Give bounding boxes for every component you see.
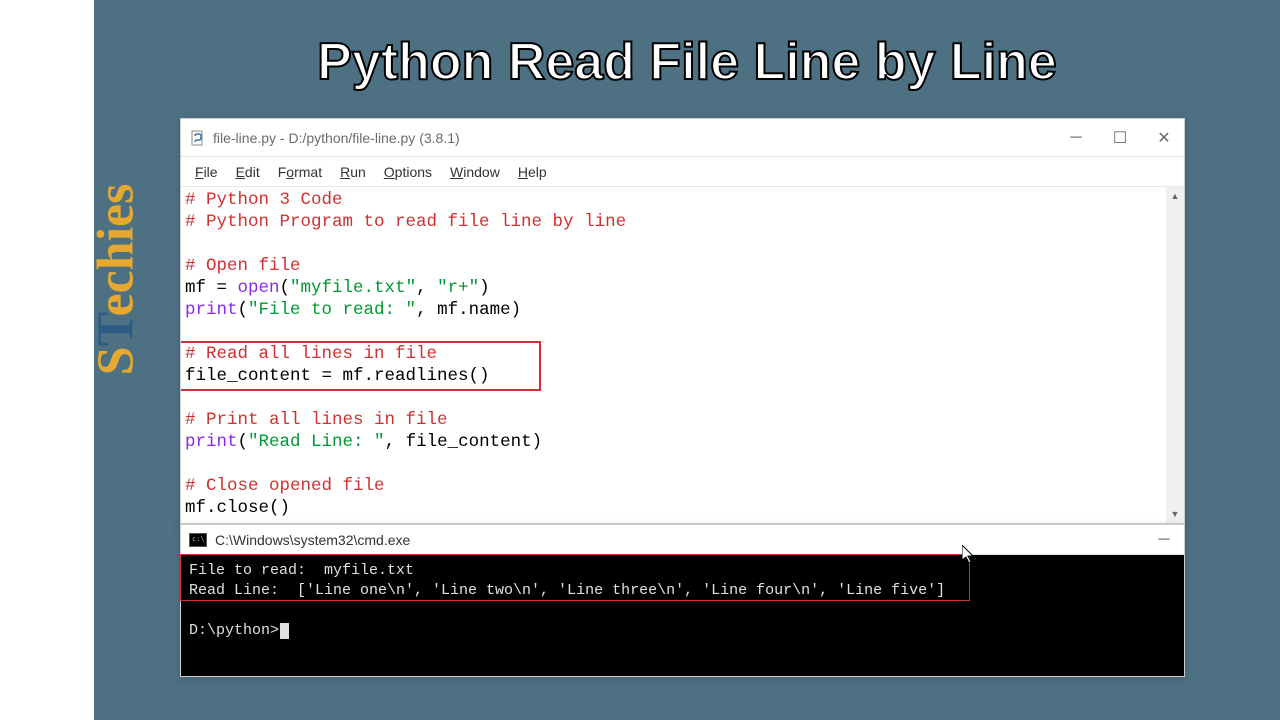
code-builtin: open xyxy=(238,278,280,298)
cmd-body[interactable]: File to read: myfile.txt Read Line: ['Li… xyxy=(181,555,1184,676)
scroll-down-icon[interactable]: ▼ xyxy=(1166,505,1184,523)
code-text: ( xyxy=(238,300,249,320)
cmd-titlebar[interactable]: C:\Windows\system32\cmd.exe ─ xyxy=(181,525,1184,555)
code-string: "File to read: " xyxy=(248,300,416,320)
minimize-button[interactable]: ─ xyxy=(1064,126,1088,150)
logo-t: T xyxy=(87,317,144,347)
code-comment: # Print all lines in file xyxy=(185,410,448,430)
code-string: "r+" xyxy=(437,278,479,298)
close-button[interactable]: ✕ xyxy=(1152,126,1176,150)
code-text: , xyxy=(416,278,437,298)
cmd-minimize-button[interactable]: ─ xyxy=(1152,528,1176,552)
cmd-window-title: C:\Windows\system32\cmd.exe xyxy=(215,532,1152,548)
cmd-window: C:\Windows\system32\cmd.exe ─ File to re… xyxy=(180,524,1185,677)
menu-window[interactable]: Window xyxy=(442,161,508,183)
code-text: , mf.name) xyxy=(416,300,521,320)
python-file-icon xyxy=(189,129,207,147)
logo-s: S xyxy=(87,346,144,375)
code-string: "Read Line: " xyxy=(248,432,385,452)
idle-menubar: File Edit Format Run Options Window Help xyxy=(181,157,1184,187)
menu-options[interactable]: Options xyxy=(376,161,440,183)
stechies-logo: STechies xyxy=(86,184,145,376)
page-title: Python Read File Line by Line xyxy=(94,32,1280,92)
cmd-prompt: D:\python> xyxy=(189,622,279,639)
code-comment: # Python 3 Code xyxy=(185,190,343,210)
maximize-button[interactable]: ☐ xyxy=(1108,126,1132,150)
cmd-output-line: Read Line: ['Line one\n', 'Line two\n', … xyxy=(189,582,945,599)
code-string: "myfile.txt" xyxy=(290,278,416,298)
code-comment: # Python Program to read file line by li… xyxy=(185,212,626,232)
code-text: ) xyxy=(479,278,490,298)
cmd-output-line: File to read: myfile.txt xyxy=(189,562,414,579)
menu-run[interactable]: Run xyxy=(332,161,374,183)
code-comment: # Open file xyxy=(185,256,301,276)
menu-help[interactable]: Help xyxy=(510,161,555,183)
code-text: ( xyxy=(238,432,249,452)
idle-scrollbar[interactable]: ▲ ▼ xyxy=(1166,187,1184,523)
menu-format[interactable]: Format xyxy=(270,161,330,183)
code-builtin: print xyxy=(185,300,238,320)
cursor-icon xyxy=(280,623,289,639)
code-text: mf = xyxy=(185,278,238,298)
code-content[interactable]: # Python 3 Code # Python Program to read… xyxy=(181,187,1184,521)
cmd-icon xyxy=(189,533,207,547)
code-text: , file_content) xyxy=(385,432,543,452)
scroll-up-icon[interactable]: ▲ xyxy=(1166,187,1184,205)
idle-code-area[interactable]: # Python 3 Code # Python Program to read… xyxy=(181,187,1184,523)
code-text: ( xyxy=(280,278,291,298)
menu-edit[interactable]: Edit xyxy=(228,161,268,183)
idle-editor-window: file-line.py - D:/python/file-line.py (3… xyxy=(180,118,1185,524)
code-text: file_content = mf.readlines() xyxy=(185,366,490,386)
code-text: mf.close() xyxy=(185,498,290,518)
logo-rest: echies xyxy=(87,184,144,317)
code-comment: # Close opened file xyxy=(185,476,385,496)
idle-window-title: file-line.py - D:/python/file-line.py (3… xyxy=(213,130,1064,146)
code-comment: # Read all lines in file xyxy=(185,344,437,364)
menu-file[interactable]: File xyxy=(187,161,226,183)
code-builtin: print xyxy=(185,432,238,452)
idle-titlebar[interactable]: file-line.py - D:/python/file-line.py (3… xyxy=(181,119,1184,157)
